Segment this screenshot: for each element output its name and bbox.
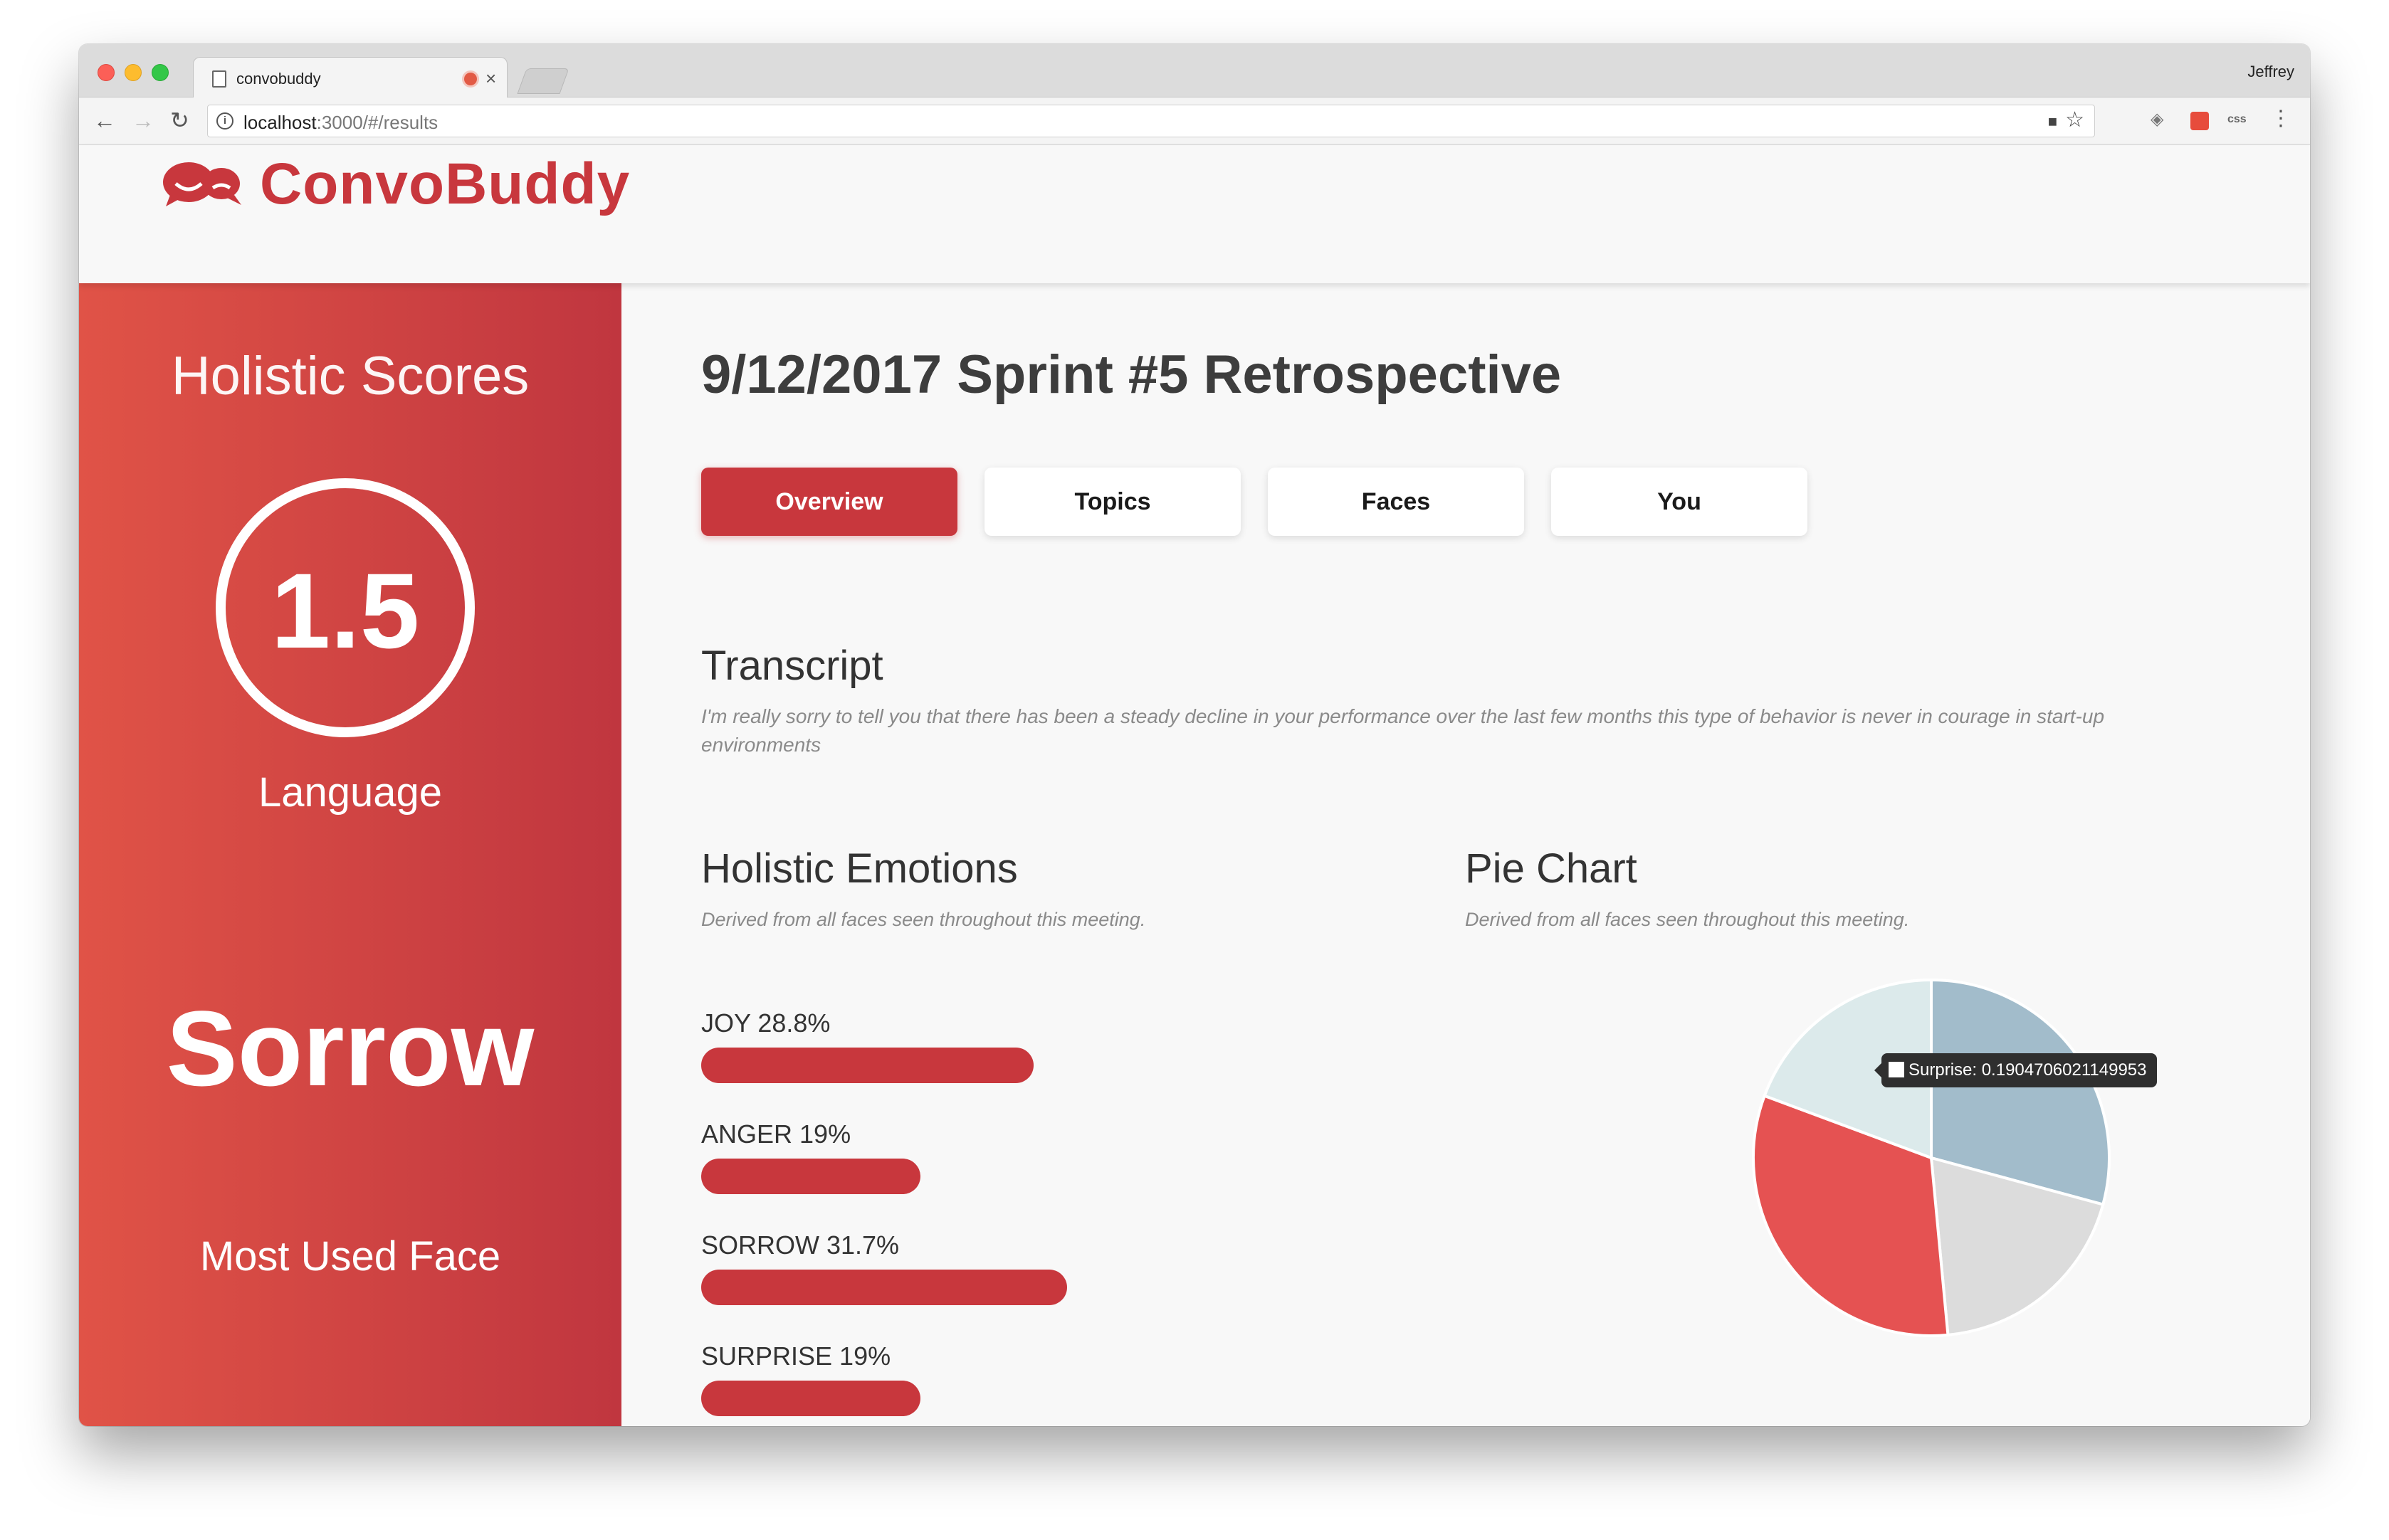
css-extension-icon[interactable]: css: [2227, 113, 2247, 126]
page-title: 9/12/2017 Sprint #5 Retrospective: [701, 344, 1562, 405]
menu-dots-icon[interactable]: ⋮: [2270, 106, 2291, 131]
reload-icon[interactable]: ↻: [170, 105, 189, 136]
transcript-title: Transcript: [701, 643, 883, 689]
emotion-row-surprise: SURPRISE 19%: [701, 1338, 920, 1416]
holistic-emotions-title: Holistic Emotions: [701, 845, 1018, 892]
emotion-label: ANGER 19%: [701, 1119, 851, 1149]
emotion-bar: [701, 1270, 1067, 1305]
camera-icon[interactable]: ■: [2048, 112, 2057, 131]
recording-icon: [464, 73, 477, 85]
close-tab-icon[interactable]: ×: [485, 68, 496, 90]
close-window-icon[interactable]: [98, 64, 115, 81]
extension-red-icon[interactable]: [2190, 112, 2209, 130]
tab-you[interactable]: You: [1551, 468, 1807, 536]
sidebar-heading: Holistic Scores: [171, 346, 530, 406]
minimize-window-icon[interactable]: [125, 64, 142, 81]
forward-arrow-icon[interactable]: →: [132, 105, 154, 136]
emotion-row-joy: JOY 28.8%: [701, 1005, 1034, 1083]
paint-bucket-icon[interactable]: ◈: [2151, 109, 2163, 130]
tooltip-text: Surprise: 0.1904706021149953: [1908, 1060, 2147, 1080]
profile-name[interactable]: Jeffrey: [2247, 63, 2294, 81]
browser-window: convobuddy × Jeffrey ← → ↻ i localhost:3…: [79, 44, 2310, 1426]
dominant-emotion: Sorrow: [166, 988, 535, 1108]
browser-tab[interactable]: convobuddy ×: [193, 57, 508, 97]
tab-title: convobuddy: [236, 70, 321, 88]
holistic-emotions-subtitle: Derived from all faces seen throughout t…: [701, 909, 1146, 930]
bookmark-star-icon[interactable]: ☆: [2065, 107, 2084, 132]
holistic-scores-sidebar: Holistic Scores 1.5 Language Sorrow Most…: [79, 240, 621, 1426]
transcript-text: I'm really sorry to tell you that there …: [701, 705, 2105, 756]
emotion-label: JOY 28.8%: [701, 1008, 831, 1038]
emotion-bar: [701, 1381, 920, 1416]
document-icon: [212, 70, 226, 88]
emotion-bar: [701, 1048, 1034, 1083]
emotion-row-sorrow: SORROW 31.7%: [701, 1227, 1067, 1305]
emotion-bar: [701, 1159, 920, 1194]
address-bar[interactable]: i localhost:3000/#/results ■ ☆: [207, 105, 2095, 137]
tab-faces[interactable]: Faces: [1268, 468, 1524, 536]
info-icon[interactable]: i: [216, 112, 233, 130]
logo-icon: [163, 162, 241, 206]
score-label: Language: [258, 769, 443, 816]
most-used-face-label: Most Used Face: [199, 1233, 501, 1280]
brand-name[interactable]: ConvoBuddy: [260, 151, 630, 218]
score-ring: 1.5: [216, 478, 475, 737]
emotion-pie-chart[interactable]: [1746, 973, 2116, 1343]
pie-chart-title: Pie Chart: [1465, 845, 1637, 892]
pie-tooltip: Surprise: 0.1904706021149953: [1874, 1053, 2157, 1087]
browser-toolbar: ← → ↻ i localhost:3000/#/results ■ ☆ ◈ c…: [79, 97, 2310, 145]
tooltip-swatch: [1889, 1062, 1904, 1077]
back-arrow-icon[interactable]: ←: [93, 105, 116, 136]
tab-overview[interactable]: Overview: [701, 468, 957, 536]
emotion-label: SORROW 31.7%: [701, 1230, 900, 1260]
emotion-label: SURPRISE 19%: [701, 1341, 891, 1371]
main-content: 9/12/2017 Sprint #5 Retrospective Overvi…: [621, 240, 2310, 1426]
maximize-window-icon[interactable]: [152, 64, 169, 81]
browser-tab-bar: convobuddy × Jeffrey: [79, 44, 2310, 97]
tab-topics[interactable]: Topics: [985, 468, 1241, 536]
url-text[interactable]: localhost:3000/#/results: [243, 112, 438, 134]
pie-chart-subtitle: Derived from all faces seen throughout t…: [1465, 909, 1910, 930]
app-header: ConvoBuddy: [79, 145, 2310, 283]
language-score: 1.5: [271, 551, 420, 670]
new-tab-button[interactable]: [517, 68, 569, 94]
emotion-row-anger: ANGER 19%: [701, 1116, 920, 1194]
